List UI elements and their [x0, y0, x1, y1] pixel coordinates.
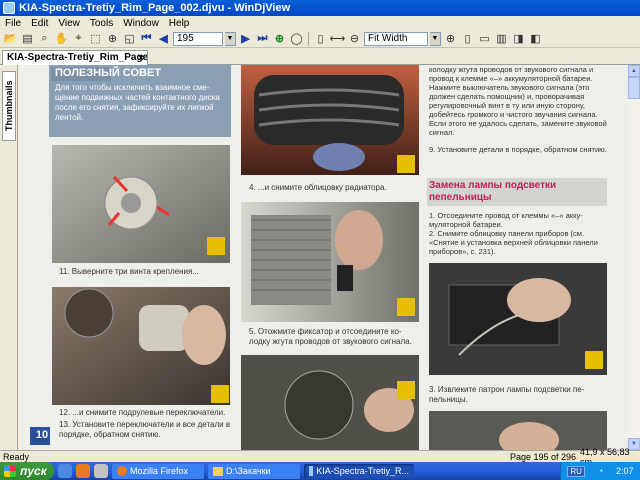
app-icon: [3, 2, 15, 14]
next-page-icon[interactable]: ▶: [238, 31, 253, 46]
zoom-dropdown-icon[interactable]: ▼: [430, 31, 441, 46]
task-windjview[interactable]: KIA-Spectra-Tretiy_R...: [304, 463, 414, 479]
clock: 2:07: [616, 466, 634, 476]
mag-icon[interactable]: ◱: [122, 31, 137, 46]
find-icon[interactable]: ⌕: [37, 31, 52, 46]
fit-page-icon[interactable]: ▯: [313, 31, 328, 46]
page-number: 10: [35, 429, 49, 441]
firefox-task-icon: [117, 466, 127, 476]
prev-page-icon[interactable]: ◀: [156, 31, 171, 46]
tray-icon[interactable]: ◔: [598, 466, 603, 476]
last-page-icon[interactable]: ⏭: [255, 31, 270, 46]
tab-bar: KIA-Spectra-Tretiy_Rim_Page_002.... ×: [0, 49, 640, 65]
caption-5: 5. Отожмите фиксатор и отсоедините ко-ло…: [249, 327, 412, 346]
col3-step9: 9. Установите детали в порядке, обратном…: [429, 145, 607, 154]
zoom-tool-icon[interactable]: ⊕: [105, 31, 120, 46]
tip-text: Для того чтобы исключить взаимное сме-ще…: [55, 83, 220, 122]
rotate-icon[interactable]: ◨: [511, 31, 526, 46]
section-heading: Замена лампы подсветки пепельницы: [429, 180, 557, 203]
tab-document[interactable]: KIA-Spectra-Tretiy_Rim_Page_002.... ×: [2, 50, 148, 65]
step-2: 2. Снимите облицовку панели приборов (см…: [429, 229, 598, 256]
toolbar: 📂 ▤ ⌕ ✋ ⌖ ⬚ ⊕ ◱ ⏮ ◀ ▼ ▶ ⏭ ⊕ ◯ ▯ ⟷ ⊖ Fit …: [0, 30, 640, 48]
caption-4: 4. ...и снимите облицовку радиатора.: [249, 183, 387, 192]
windows-flag-icon: [4, 465, 16, 477]
zoom-select[interactable]: Fit Width: [364, 31, 428, 46]
language-indicator[interactable]: RU: [567, 465, 585, 477]
caption-3: 3. Извлеките патрон лампы подсветки пе-п…: [429, 385, 585, 404]
status-bar: Ready Page 195 of 296 41,9 x 56,83 cm: [0, 447, 640, 467]
menu-view[interactable]: View: [53, 18, 85, 29]
select-tool-icon[interactable]: ⌖: [71, 31, 86, 46]
back-icon[interactable]: ◯: [289, 31, 304, 46]
zoom-rect-icon[interactable]: ⬚: [88, 31, 103, 46]
menu-tools[interactable]: Tools: [85, 18, 118, 29]
task-folder[interactable]: D:\Закачки: [208, 463, 300, 479]
hand-tool-icon[interactable]: ✋: [54, 31, 69, 46]
menu-edit[interactable]: Edit: [26, 18, 53, 29]
menu-window[interactable]: Window: [118, 18, 164, 29]
tip-heading: ПОЛЕЗНЫЙ СОВЕТ: [55, 67, 162, 79]
task-firefox[interactable]: Mozilla Firefox: [112, 463, 204, 479]
step-1: 1. Отсоедините провод от клеммы «–» акку…: [429, 211, 583, 229]
open-icon[interactable]: 📂: [3, 31, 18, 46]
first-page-icon[interactable]: ⏮: [139, 31, 154, 46]
single-page-icon[interactable]: ▯: [460, 31, 475, 46]
scroll-thumb[interactable]: [628, 77, 640, 99]
thumbnails-tab[interactable]: Thumbnails: [2, 71, 16, 141]
forward-icon[interactable]: ⊕: [272, 31, 287, 46]
window-title: KIA-Spectra-Tretiy_Rim_Page_002.djvu - W…: [19, 2, 291, 14]
sidebar: Thumbnails: [0, 65, 18, 450]
taskbar: пуск Mozilla Firefox D:\Закачки KIA-Spec…: [0, 462, 640, 480]
print-icon[interactable]: ▤: [20, 31, 35, 46]
status-text: Ready: [3, 451, 30, 462]
desktop-icon[interactable]: [94, 464, 108, 478]
col3-intro: колодку жгута проводов от звукового сигн…: [429, 65, 607, 137]
status-page-info: Page 195 of 296: [510, 451, 577, 462]
caption-11: 11. Выверните три винта крепления...: [59, 267, 199, 276]
zoom-in-icon[interactable]: ⊕: [443, 31, 458, 46]
zoom-out-icon[interactable]: ⊖: [347, 31, 362, 46]
title-bar: KIA-Spectra-Tretiy_Rim_Page_002.djvu - W…: [0, 0, 640, 16]
continuous-icon[interactable]: ▭: [477, 31, 492, 46]
tab-close-icon[interactable]: ×: [138, 53, 144, 64]
menu-help[interactable]: Help: [164, 18, 195, 29]
start-button[interactable]: пуск: [0, 462, 54, 480]
display-mode-icon[interactable]: ◧: [528, 31, 543, 46]
page-number-input[interactable]: [173, 31, 223, 46]
document-view[interactable]: ПОЛЕЗНЫЙ СОВЕТ Для того чтобы исключить …: [19, 65, 628, 450]
page-dropdown-icon[interactable]: ▼: [225, 31, 236, 46]
tab-label: KIA-Spectra-Tretiy_Rim_Page_002....: [7, 52, 148, 63]
caption-12: 12. ...и снимите подрулевые переключател…: [59, 408, 226, 417]
windjview-task-icon: [309, 466, 314, 476]
fit-width-icon[interactable]: ⟷: [330, 31, 346, 46]
menu-file[interactable]: File: [0, 18, 26, 29]
vertical-scrollbar[interactable]: ▲ ▼: [628, 65, 640, 450]
facing-icon[interactable]: ▥: [494, 31, 509, 46]
folder-icon: [213, 466, 223, 476]
firefox-icon[interactable]: [76, 464, 90, 478]
ie-icon[interactable]: [58, 464, 72, 478]
scroll-up-icon[interactable]: ▲: [628, 65, 640, 77]
system-tray: RU ◔ 2:07: [560, 462, 640, 480]
caption-13: 13. Установите переключатели и все детал…: [59, 420, 231, 439]
menu-bar: File Edit View Tools Window Help: [0, 16, 640, 30]
